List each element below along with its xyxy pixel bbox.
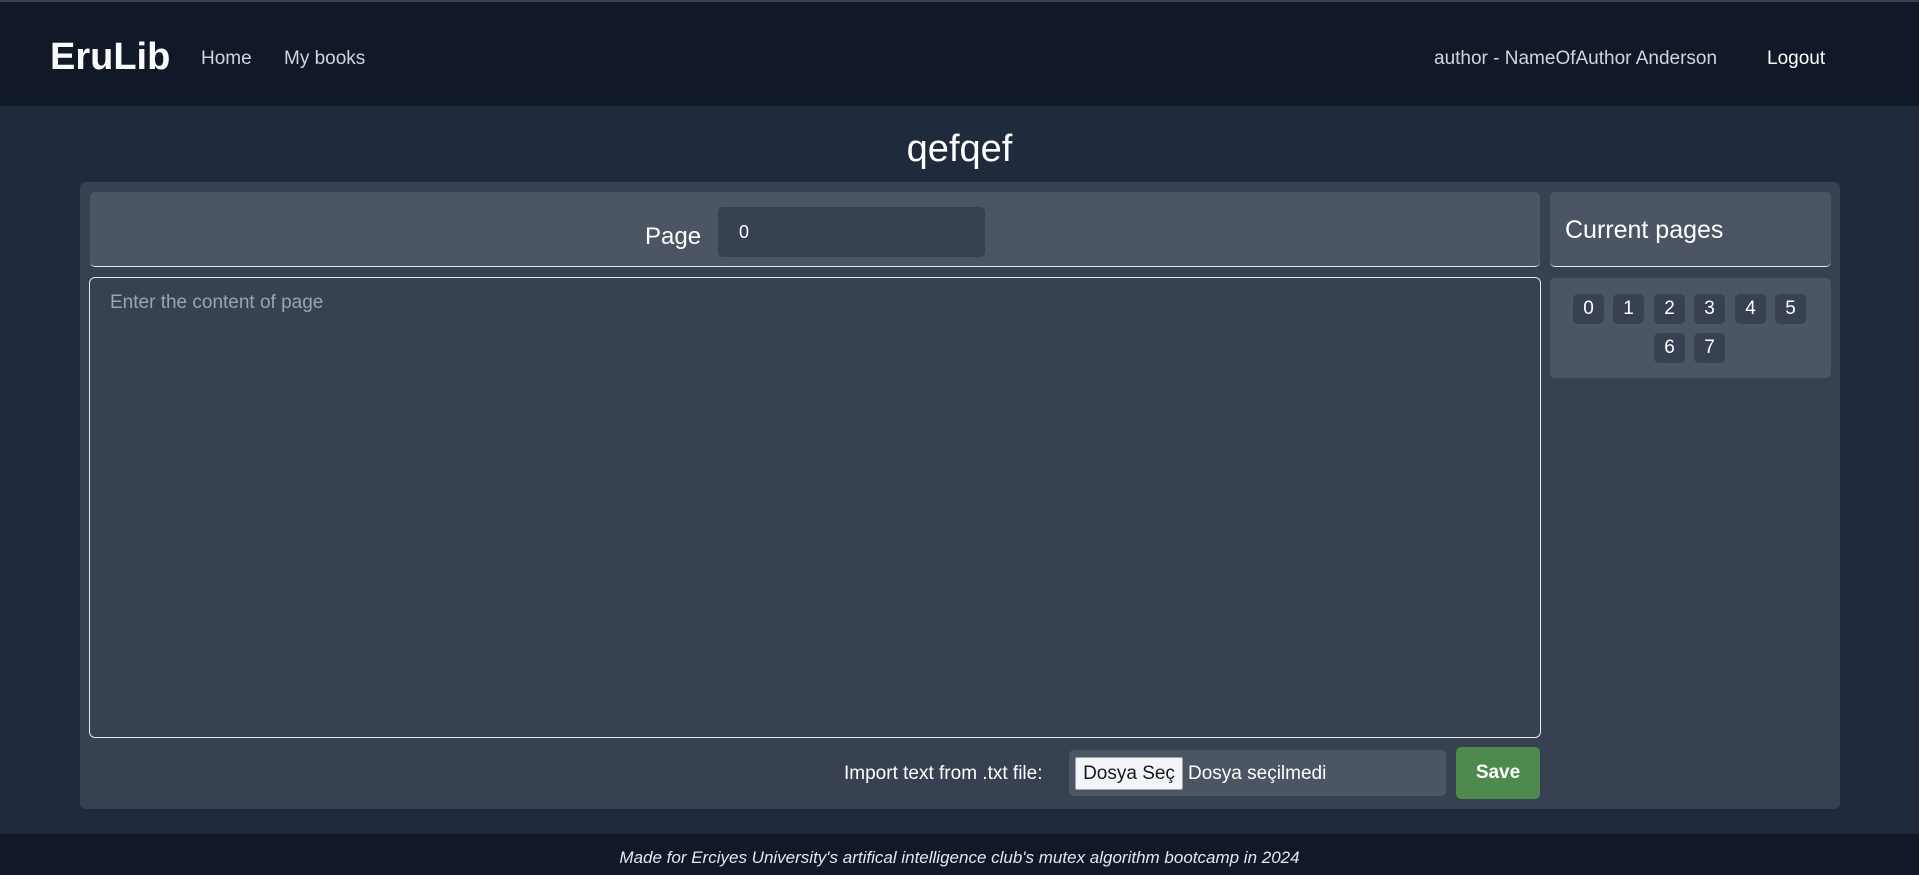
page-chip-2[interactable]: 2 xyxy=(1654,294,1685,324)
user-label: author - NameOfAuthor Anderson xyxy=(1434,48,1718,69)
file-status: Dosya seçilmedi xyxy=(1188,763,1327,784)
current-pages-title: Current pages xyxy=(1565,216,1724,244)
book-title: qefqef xyxy=(906,128,1013,170)
page-chip-7[interactable]: 7 xyxy=(1694,333,1725,363)
footer-text: Made for Erciyes University's artifical … xyxy=(619,848,1300,867)
page-chip-6[interactable]: 6 xyxy=(1654,333,1685,363)
import-label: Import text from .txt file: xyxy=(844,763,1043,784)
current-pages-list xyxy=(1550,278,1831,378)
page-content-textarea[interactable] xyxy=(89,277,1541,738)
save-button[interactable]: Save xyxy=(1456,747,1540,799)
page-chip-3[interactable]: 3 xyxy=(1694,294,1725,324)
page-chip-5[interactable]: 5 xyxy=(1775,294,1806,324)
page-chip-1[interactable]: 1 xyxy=(1613,294,1644,324)
brand-logo[interactable]: EruLib xyxy=(50,36,170,79)
page-number-input[interactable] xyxy=(718,207,985,257)
choose-file-button[interactable]: Dosya Seç xyxy=(1075,757,1183,790)
page-chip-0[interactable]: 0 xyxy=(1573,294,1604,324)
logout-link[interactable]: Logout xyxy=(1767,48,1825,70)
page-label: Page xyxy=(645,223,702,250)
nav-link-home[interactable]: Home xyxy=(201,48,252,70)
nav-link-my-books[interactable]: My books xyxy=(284,48,365,70)
navbar: EruLib Home My books author - NameOfAuth… xyxy=(0,0,1919,106)
page-chip-4[interactable]: 4 xyxy=(1735,294,1766,324)
